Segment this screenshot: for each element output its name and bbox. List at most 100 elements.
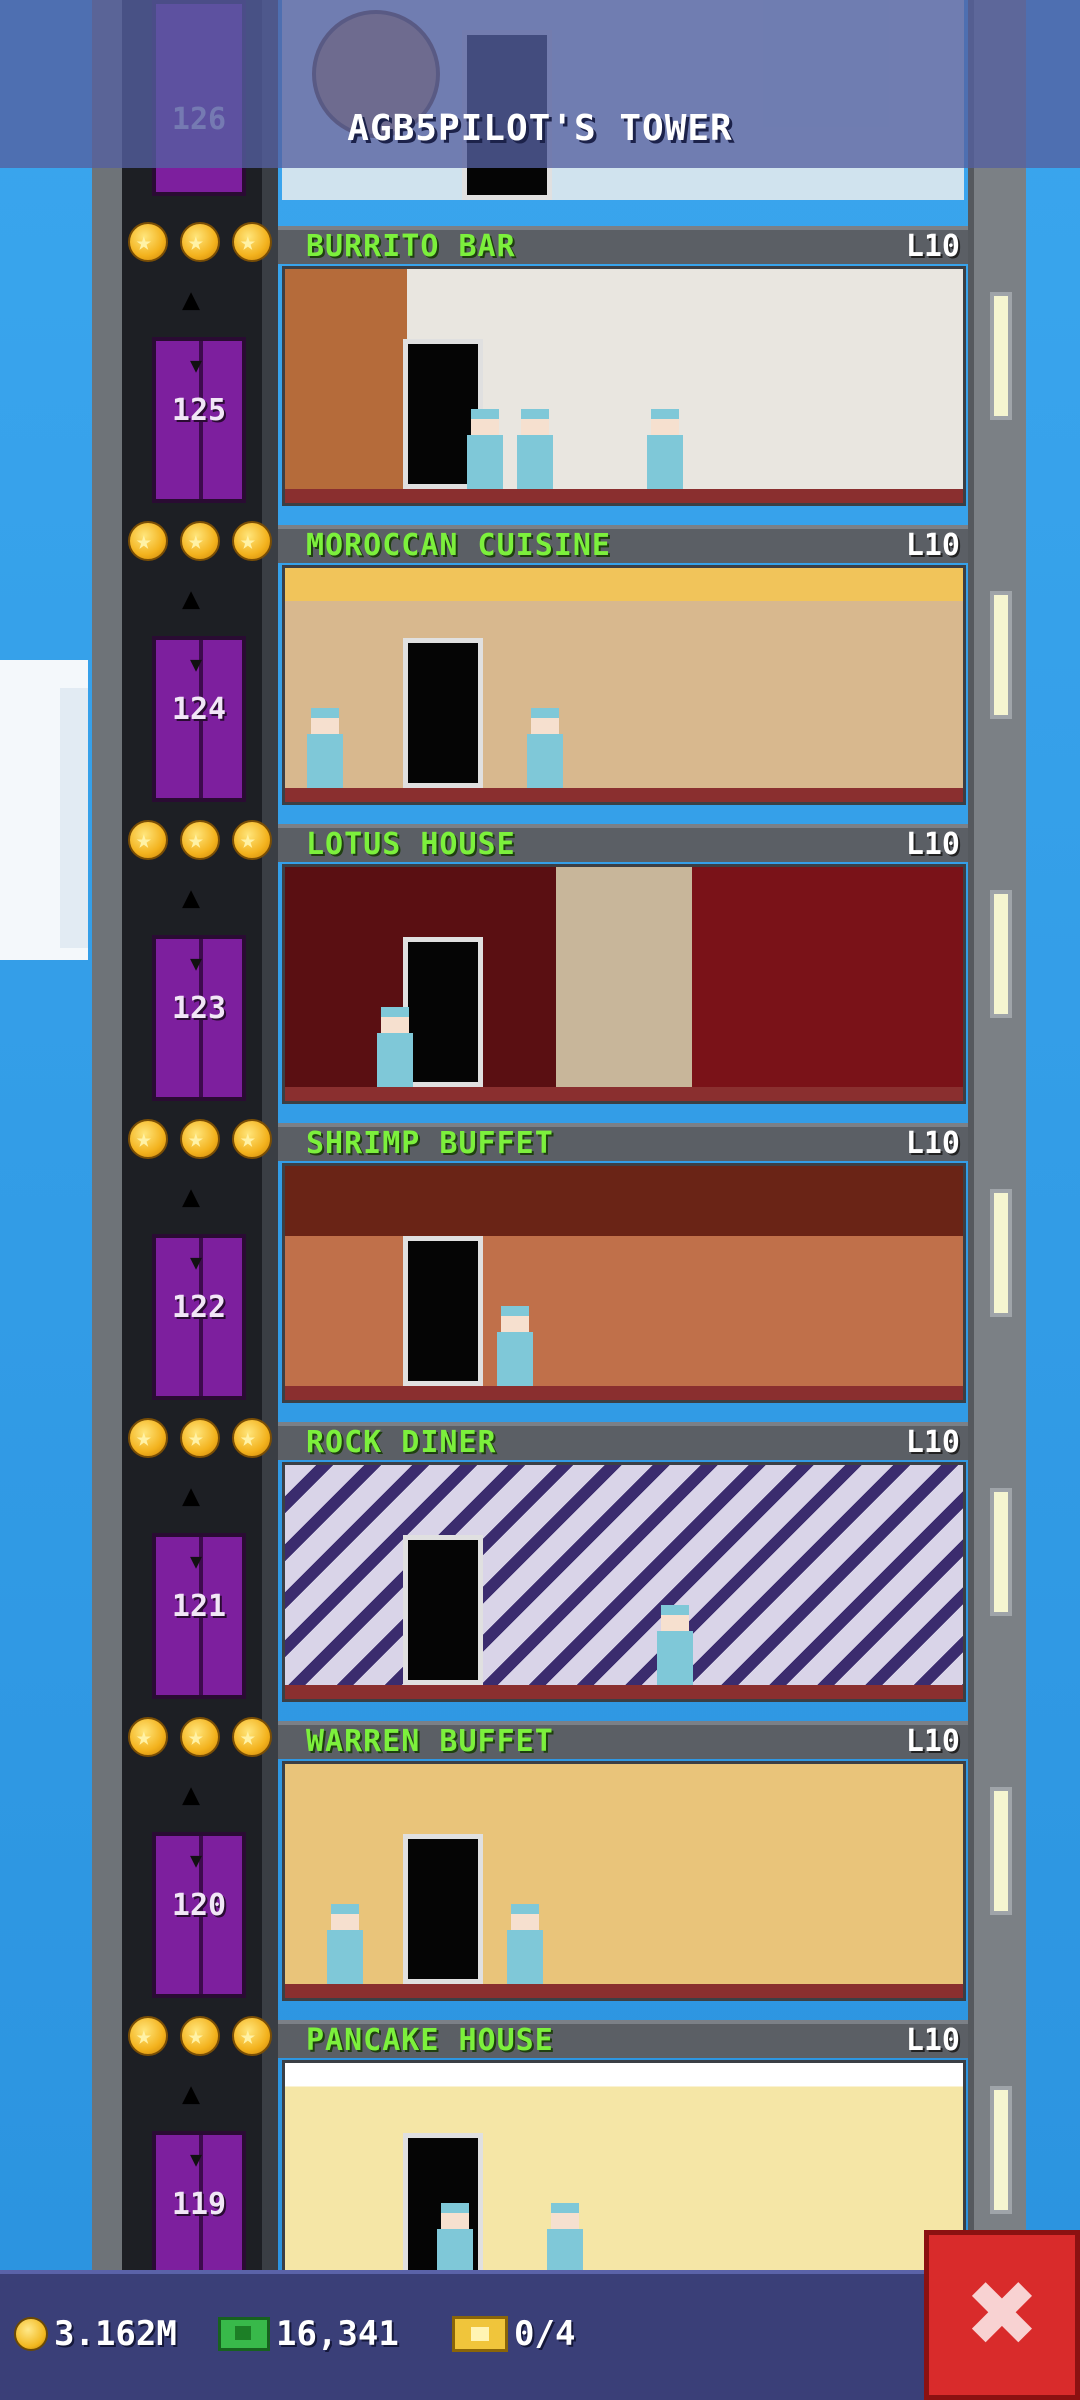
star-icon bbox=[180, 1418, 220, 1458]
bitizen[interactable] bbox=[505, 1904, 545, 1984]
floor-room[interactable] bbox=[282, 2060, 966, 2300]
tickets-stat[interactable]: 0/4 bbox=[452, 2304, 575, 2364]
room-floor bbox=[285, 1984, 963, 1998]
elevator-arrow-icon: ▲ bbox=[182, 1478, 201, 1513]
close-button[interactable]: ✖ bbox=[924, 2230, 1080, 2400]
floor-room[interactable] bbox=[282, 565, 966, 805]
bitizen[interactable] bbox=[525, 708, 565, 788]
bitizen[interactable] bbox=[645, 409, 685, 489]
floor-name-bar[interactable]: WARREN BUFFET L10 bbox=[278, 1721, 968, 1759]
tower-window bbox=[990, 292, 1012, 420]
elevator-stop[interactable]: ▲ ▼ 125 bbox=[122, 212, 278, 511]
bat-icon: ▼ bbox=[190, 652, 203, 676]
floor-name: BURRITO BAR bbox=[306, 229, 516, 264]
floor-room[interactable] bbox=[282, 1761, 966, 2001]
star-icon bbox=[180, 1717, 220, 1757]
floor-row[interactable]: ▲ ▼ 125 BURRITO BAR L10 bbox=[122, 212, 968, 511]
status-bar: 3.162M 16,341 0/4 bbox=[0, 2270, 924, 2400]
room-wall bbox=[285, 1166, 963, 1400]
bitizen[interactable] bbox=[465, 409, 505, 489]
ticket-icon bbox=[452, 2316, 508, 2352]
bitizen[interactable] bbox=[495, 1306, 535, 1386]
bitizen[interactable] bbox=[515, 409, 555, 489]
floor-row[interactable]: ▲ ▼ 123 LOTUS HOUSE L10 bbox=[122, 810, 968, 1109]
room-floor bbox=[285, 1386, 963, 1400]
elevator-stop[interactable]: ▲ ▼ 123 bbox=[122, 810, 278, 1109]
bat-icon: ▼ bbox=[190, 1848, 203, 1872]
star-icon bbox=[128, 521, 168, 561]
coins-stat[interactable]: 3.162M bbox=[14, 2304, 177, 2364]
floor-row[interactable]: ▲ ▼ 121 ROCK DINER L10 bbox=[122, 1408, 968, 1707]
tower-window bbox=[990, 591, 1012, 719]
floor-room[interactable] bbox=[282, 864, 966, 1104]
star-rating bbox=[122, 1717, 278, 1761]
bitizen-body bbox=[327, 1930, 363, 1984]
floor-room[interactable] bbox=[282, 1163, 966, 1403]
elevator-number: 123 bbox=[171, 991, 227, 1026]
floor-name-bar[interactable]: BURRITO BAR L10 bbox=[278, 226, 968, 264]
floor-name: MOROCCAN CUISINE bbox=[306, 528, 611, 563]
floor-level: L10 bbox=[905, 1126, 960, 1161]
bitizen[interactable] bbox=[375, 1007, 415, 1087]
elevator-stop[interactable]: ▲ ▼ 119 bbox=[122, 2006, 278, 2305]
elevator-stop[interactable]: ▲ ▼ 122 bbox=[122, 1109, 278, 1408]
bitizen-body bbox=[657, 1631, 693, 1685]
bitizen-body bbox=[517, 435, 553, 489]
room-wall bbox=[285, 2063, 963, 2297]
bitizen-body bbox=[527, 734, 563, 788]
floor-name: LOTUS HOUSE bbox=[306, 827, 516, 862]
elevator-door[interactable]: ▼ 124 bbox=[152, 636, 246, 802]
bitizen-head bbox=[511, 1904, 539, 1930]
star-icon bbox=[128, 820, 168, 860]
elevator-stop[interactable]: ▲ ▼ 124 bbox=[122, 511, 278, 810]
bitizen-body bbox=[377, 1033, 413, 1087]
floor-row[interactable]: ▲ ▼ 124 MOROCCAN CUISINE L10 bbox=[122, 511, 968, 810]
floor-row[interactable]: ▲ ▼ 119 PANCAKE HOUSE L10 bbox=[122, 2006, 968, 2305]
floor-level: L10 bbox=[905, 528, 960, 563]
room-floor bbox=[285, 489, 963, 503]
bitizen[interactable] bbox=[305, 708, 345, 788]
star-icon bbox=[128, 1418, 168, 1458]
elevator-stop[interactable]: ▲ ▼ 120 bbox=[122, 1707, 278, 2006]
star-icon bbox=[128, 2016, 168, 2056]
floor-name-bar[interactable]: ROCK DINER L10 bbox=[278, 1422, 968, 1460]
bitizen[interactable] bbox=[325, 1904, 365, 1984]
header-bar: AGB5PILOT'S TOWER bbox=[0, 0, 1080, 168]
elevator-door[interactable]: ▼ 125 bbox=[152, 337, 246, 503]
room-floor bbox=[285, 788, 963, 802]
floor-name-bar[interactable]: SHRIMP BUFFET L10 bbox=[278, 1123, 968, 1161]
bitizen[interactable] bbox=[655, 1605, 695, 1685]
elevator-door[interactable]: ▼ 121 bbox=[152, 1533, 246, 1699]
elevator-door[interactable]: ▼ 123 bbox=[152, 935, 246, 1101]
floor-room[interactable] bbox=[282, 1462, 966, 1702]
room-wall bbox=[285, 1764, 963, 1998]
star-icon bbox=[180, 222, 220, 262]
floor-name-bar[interactable]: MOROCCAN CUISINE L10 bbox=[278, 525, 968, 563]
star-rating bbox=[122, 820, 278, 864]
bux-icon bbox=[218, 2317, 270, 2351]
floor-level: L10 bbox=[905, 1425, 960, 1460]
elevator-door[interactable]: ▼ 122 bbox=[152, 1234, 246, 1400]
floor-name-bar[interactable]: LOTUS HOUSE L10 bbox=[278, 824, 968, 862]
star-icon bbox=[180, 820, 220, 860]
bitizen-body bbox=[647, 435, 683, 489]
floor-room[interactable] bbox=[282, 266, 966, 506]
bat-icon: ▼ bbox=[190, 2147, 203, 2171]
elevator-stop[interactable]: ▲ ▼ 121 bbox=[122, 1408, 278, 1707]
tower-window bbox=[990, 890, 1012, 1018]
bat-icon: ▼ bbox=[190, 1250, 203, 1274]
bitizen-head bbox=[661, 1605, 689, 1631]
bux-stat[interactable]: 16,341 bbox=[218, 2304, 399, 2364]
elevator-door[interactable]: ▼ 120 bbox=[152, 1832, 246, 1998]
star-icon bbox=[232, 2016, 272, 2056]
room-wall bbox=[285, 269, 963, 503]
star-icon bbox=[232, 1717, 272, 1757]
star-icon bbox=[232, 222, 272, 262]
floor-row[interactable]: ▲ ▼ 122 SHRIMP BUFFET L10 bbox=[122, 1109, 968, 1408]
floor-name-bar[interactable]: PANCAKE HOUSE L10 bbox=[278, 2020, 968, 2058]
floor-row[interactable]: ▲ ▼ 120 WARREN BUFFET L10 bbox=[122, 1707, 968, 2006]
star-icon bbox=[232, 820, 272, 860]
elevator-arrow-icon: ▲ bbox=[182, 1777, 201, 1812]
room-wall bbox=[285, 1465, 963, 1699]
bat-icon: ▼ bbox=[190, 353, 203, 377]
